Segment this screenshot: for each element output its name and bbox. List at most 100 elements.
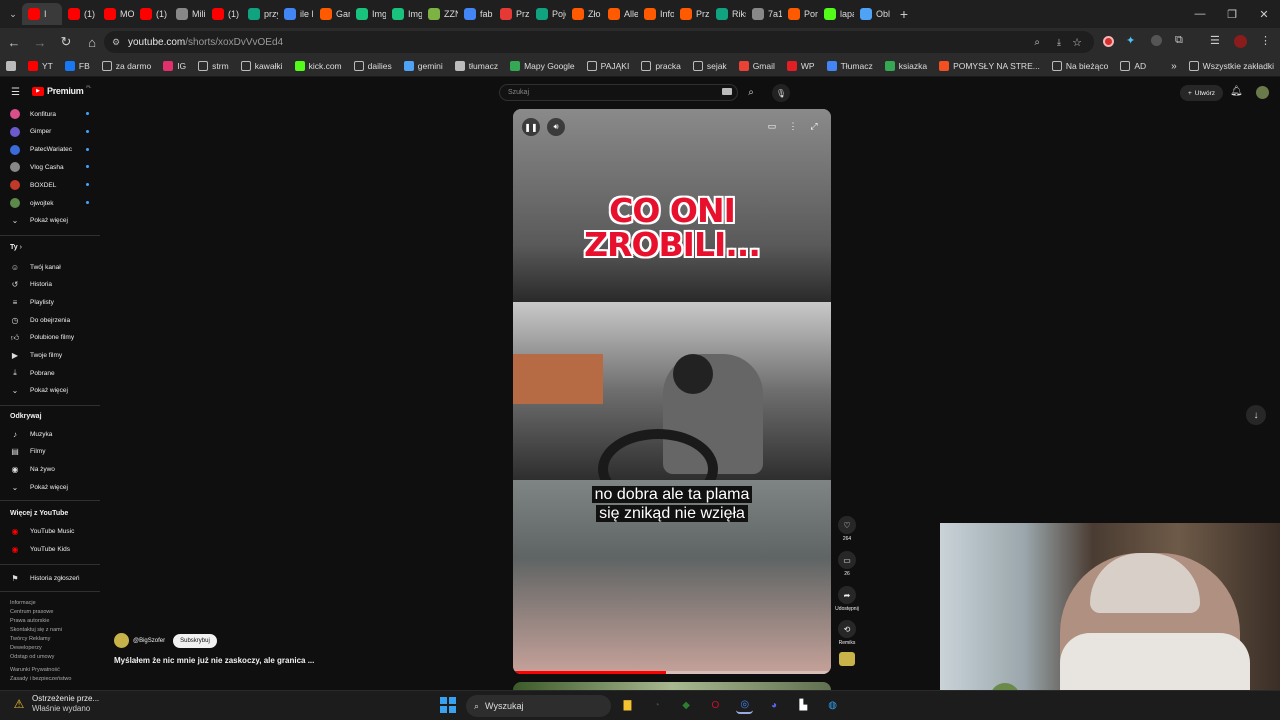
discord-icon[interactable]: ◕ [766,697,783,714]
sidebar-item-music[interactable]: ♪ Muzyka [10,428,52,440]
site-info-icon[interactable]: ⚙ [112,37,120,48]
footer-link[interactable]: Centrum prasowe [10,608,71,617]
like-button[interactable]: ♡ 264 [834,516,860,542]
browser-tab[interactable]: Obl [854,3,890,25]
subscription-item[interactable]: Konfitura [10,108,56,120]
browser-tab[interactable]: ile l [278,3,314,25]
search-input[interactable]: Szukaj [499,84,738,101]
sidebar-item-youtube-music[interactable]: ◉ YouTube Music [10,525,75,537]
opera-icon[interactable]: O [707,697,724,714]
subscription-item[interactable]: ojwojtek [10,197,53,209]
bookmark-item[interactable]: ksiazka [879,61,933,71]
back-icon[interactable]: ← [2,30,26,54]
browser-tab[interactable]: I [22,3,62,25]
bookmarks-more-button[interactable]: » [1165,61,1183,72]
sidebar-item-video[interactable]: ▶ Twoje filmy [10,350,62,362]
browser-tab[interactable]: Poje [530,3,566,25]
browser-tab[interactable]: fab [458,3,494,25]
voice-search-button[interactable]: 🎙︎ [772,84,790,102]
search-button[interactable]: ⌕ [740,84,762,101]
pause-button[interactable]: ❚❚ [522,118,540,136]
bookmark-item[interactable]: PAJĄKI [581,61,636,71]
browser-tab[interactable]: Img [350,3,386,25]
close-window-button[interactable]: ✕ [1248,0,1280,28]
footer-link[interactable]: Zasady i bezpieczeństwo [10,675,71,684]
browser-tab[interactable]: Gar [314,3,350,25]
file-explorer-icon[interactable]: ▇ [619,697,636,714]
footer-link[interactable]: Deweloperzy [10,644,71,653]
bookmark-star-icon[interactable]: ☆ [1072,36,1082,49]
sidebar-item-chevron-down[interactable]: ⌄ Pokaż więcej [10,385,68,397]
subscription-item[interactable]: Vlog Casha [10,161,64,173]
create-button[interactable]: + Utwórz [1180,85,1224,101]
sidebar-item-download[interactable]: ⤓ Pobrane [10,367,54,379]
bookmark-item[interactable]: AD [1114,61,1152,71]
browser-tab[interactable]: ZZN [422,3,458,25]
bookmark-item[interactable]: WP [781,61,821,71]
bookmark-item[interactable]: pracka [635,61,687,71]
bookmark-item[interactable]: strm [192,61,235,71]
home-icon[interactable]: ⌂ [80,30,104,54]
browser-tab[interactable]: 7a1 [746,3,782,25]
record-extension-icon[interactable] [1103,36,1114,47]
bookmark-item[interactable]: Tłumacz [821,61,879,71]
footer-link[interactable]: Twórcy Reklamy [10,635,71,644]
url-bar[interactable]: ⚙ youtube.com/shorts/xoxDvVvOEd4 ⌕ ⤓ ☆ [104,31,1094,53]
subscription-item[interactable]: Gimper [10,126,51,138]
install-icon[interactable]: ⤓ [1057,37,1061,48]
sidebar-item-youtube-kids[interactable]: ◉ YouTube Kids [10,543,71,555]
browser-tab[interactable]: (1) F [62,3,98,25]
maximize-button[interactable]: ❐ [1216,0,1248,28]
subscription-item[interactable]: PatecWariatec [10,144,72,156]
sidebar-item-chevron-down[interactable]: ⌄ Pokaż więcej [10,481,68,493]
video-progress-bar[interactable] [513,671,831,674]
channel-avatar[interactable] [114,633,129,648]
bookmark-item[interactable]: za darmo [96,61,157,71]
browser-tab[interactable]: lapa [818,3,854,25]
browser-tab[interactable]: przy [242,3,278,25]
footer-link[interactable]: Skontaktuj się z nami [10,626,71,635]
footer-link[interactable]: Warunki Prywatność [10,666,71,675]
extension-icon[interactable]: ✦ [1126,34,1135,47]
footer-link[interactable]: Odstąp od umowy [10,653,71,662]
browser-tab[interactable]: Prz [494,3,530,25]
app-icon[interactable]: ◔ [648,697,665,714]
bookmark-item[interactable]: Na bieżąco [1046,61,1115,71]
bookmark-item[interactable]: kawałki [235,61,289,71]
user-avatar[interactable] [1256,86,1269,99]
browser-tab[interactable]: Prz [674,3,710,25]
notion-icon[interactable]: ▙ [795,697,812,714]
fullscreen-button[interactable]: ⤢ [807,118,821,134]
bookmark-item[interactable]: IG [157,61,192,71]
profile-avatar[interactable] [1234,35,1247,48]
bookmark-item[interactable]: gemini [398,61,449,71]
reload-icon[interactable]: ↻ [54,30,78,54]
short-title[interactable]: Myślałem że nic mnie już nie zaskoczy, a… [114,656,314,665]
sidebar-item-live[interactable]: ◉ Na żywo [10,464,55,476]
browser-tab[interactable]: Mili [170,3,206,25]
bookmark-item[interactable]: FB [59,61,96,71]
globe-icon[interactable]: ◍ [824,697,841,714]
footer-link[interactable]: Informacje [10,599,71,608]
audio-source-thumbnail[interactable] [834,652,860,666]
sidebar-item-thumbs-up[interactable]: 👍︎ Polubione filmy [10,332,74,344]
bookmark-item[interactable]: POMYSŁY NA STRE... [933,61,1046,71]
tab-list-chevron-icon[interactable]: ⌄ [4,2,22,26]
browser-tab[interactable]: Info [638,3,674,25]
extensions-puzzle-icon[interactable]: ⧉ [1175,34,1183,47]
show-more-subscriptions[interactable]: ⌄ Pokaż więcej [10,214,68,226]
sidebar-item-playlist[interactable]: ≡ Playlisty [10,296,54,308]
volume-button[interactable]: 🔊︎ [547,118,565,136]
notification-toast[interactable]: ⚠ Ostrzeżenie prze... Właśnie wydano [12,694,100,714]
browser-tab[interactable]: Riks [710,3,746,25]
windows-start-icon[interactable] [440,697,456,713]
subscribe-button[interactable]: Subskrybuj [173,633,217,648]
keyboard-icon[interactable] [722,88,732,95]
sidebar-item-channel[interactable]: ☺ Twój kanał [10,261,61,273]
captions-button[interactable]: ▭ [765,118,779,134]
browser-tab[interactable]: Img [386,3,422,25]
sidebar-item-clock[interactable]: ◷ Do obejrzenia [10,314,71,326]
extension-gray-icon[interactable] [1151,35,1162,46]
comments-button[interactable]: ▭ 26 [834,551,860,577]
share-button[interactable]: ➦ Udostępnij [834,586,860,612]
